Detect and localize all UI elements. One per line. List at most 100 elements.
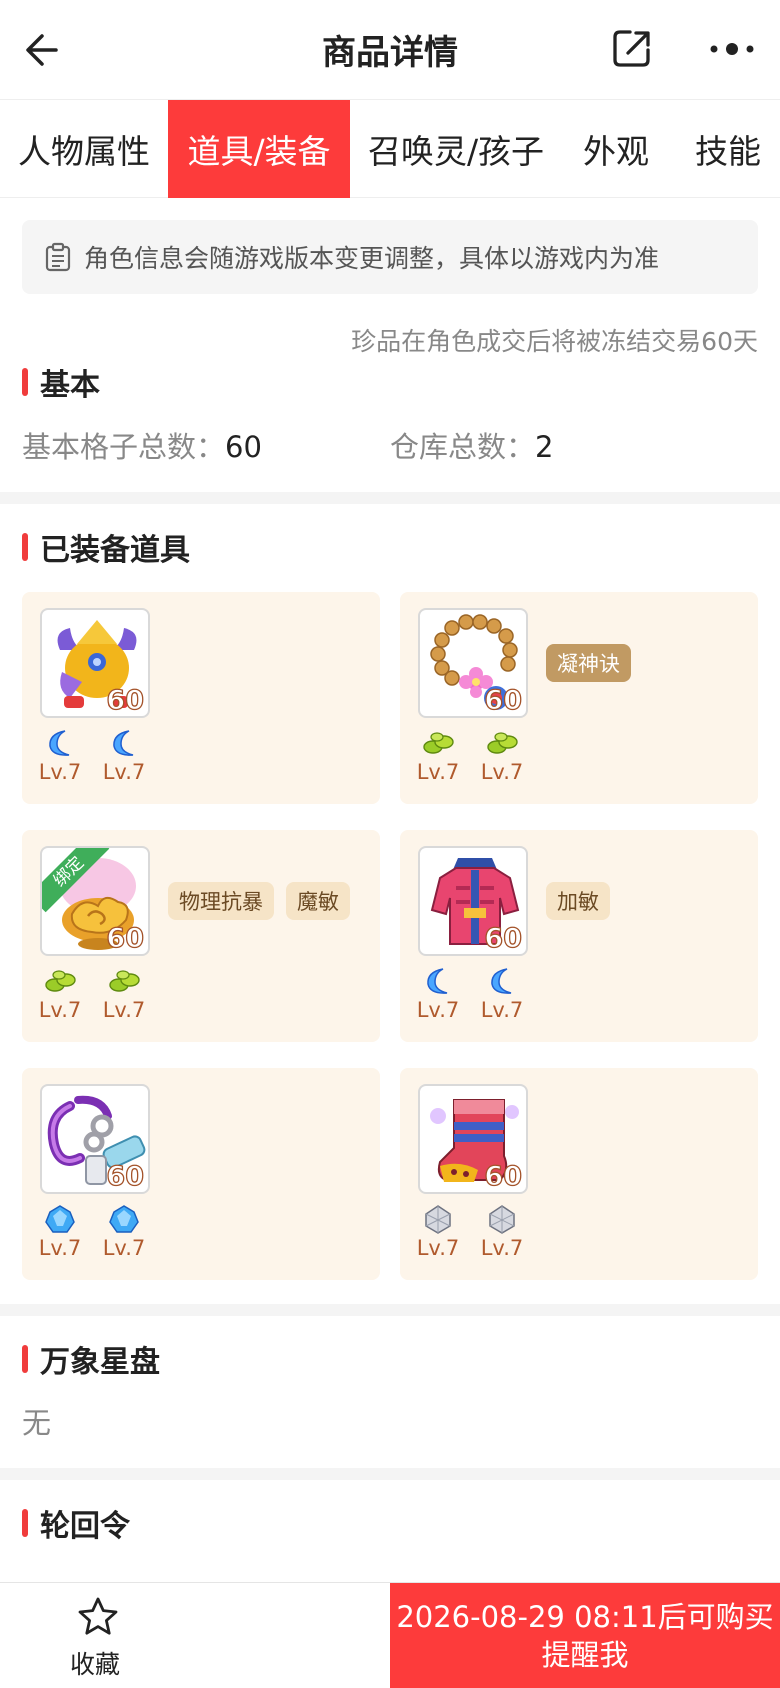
gem-slot: Lv.7: [38, 966, 82, 1022]
item-level: 60: [106, 922, 145, 954]
item-tags: 凝神诀: [546, 644, 631, 682]
freeze-notice: 珍品在角色成交后将被冻结交易60天: [351, 327, 758, 356]
item-tags: 加敏: [546, 882, 610, 920]
top-nav-bar: 商品详情: [0, 0, 780, 100]
section-accent-bar: [22, 1509, 28, 1537]
gem-level: Lv.7: [480, 760, 524, 784]
section-title-text: 已装备道具: [40, 533, 190, 568]
item-level: 60: [106, 684, 145, 716]
remind-time-text: 2026-08-29 08:11后可购买: [396, 1600, 774, 1634]
section-title-text: 轮回令: [40, 1509, 130, 1544]
gem-level: Lv.7: [102, 1236, 146, 1260]
section-divider: [0, 1468, 780, 1480]
moon-gem-icon: [427, 968, 448, 994]
item-level: 60: [484, 1160, 523, 1192]
tab-appearance[interactable]: 外观: [566, 100, 666, 198]
item-level: 60: [484, 922, 523, 954]
item-tag: 物理抗暴: [168, 882, 274, 920]
equipment-card-necklace[interactable]: 60 凝神诀 Lv.7 Lv.7: [400, 592, 758, 804]
item-tag: 加敏: [546, 882, 610, 920]
blue-crystal-gem-icon: [109, 1205, 139, 1233]
section-accent-bar: [22, 533, 28, 561]
arrow-left-icon[interactable]: [22, 28, 66, 72]
gem-list: Lv.7 Lv.7: [38, 728, 146, 784]
item-level: 60: [106, 1160, 145, 1192]
gem-level: Lv.7: [480, 998, 524, 1022]
warehouse-count: 仓库总数：2: [390, 424, 553, 466]
equipment-card-belt[interactable]: 60 Lv.7 Lv.7: [22, 1068, 380, 1280]
green-beans-gem-icon: [487, 732, 518, 754]
gem-level: Lv.7: [38, 760, 82, 784]
more-dots-icon[interactable]: [706, 36, 758, 62]
equipment-card-boots[interactable]: 60 Lv.7 Lv.7: [400, 1068, 758, 1280]
star-disk-value: 无: [22, 1406, 52, 1440]
gem-slot: Lv.7: [416, 966, 460, 1022]
section-title-text: 万象星盘: [40, 1345, 160, 1380]
basic-slots: 基本格子总数：60: [22, 424, 262, 466]
equipment-card-helmet[interactable]: 60 Lv.7 Lv.7: [22, 592, 380, 804]
item-icon-box[interactable]: 60: [418, 846, 528, 956]
remind-me-button[interactable]: 2026-08-29 08:11后可购买 提醒我: [390, 1583, 780, 1688]
gem-slot: Lv.7: [38, 728, 82, 784]
item-level: 60: [484, 684, 523, 716]
item-icon-box[interactable]: 60: [40, 1084, 150, 1194]
share-icon[interactable]: [610, 26, 654, 70]
gem-level: Lv.7: [38, 998, 82, 1022]
gem-slot: Lv.7: [417, 728, 459, 784]
clipboard-icon: [45, 242, 71, 272]
slots-label: 基本格子总数：: [22, 430, 226, 464]
section-title-text: 基本: [40, 368, 100, 403]
equipment-card-armor[interactable]: 60 加敏 Lv.7 Lv.7: [400, 830, 758, 1042]
item-tag: 魔敏: [286, 882, 350, 920]
gem-level: Lv.7: [480, 1236, 524, 1260]
info-notice: 角色信息会随游戏版本变更调整，具体以游戏内为准: [22, 220, 758, 294]
item-icon-box[interactable]: 60: [40, 608, 150, 718]
section-title-equipped: 已装备道具: [22, 527, 190, 568]
item-icon-box[interactable]: 60: [418, 608, 528, 718]
warehouse-label: 仓库总数：: [390, 430, 536, 464]
gem-slot: Lv.7: [102, 1204, 146, 1260]
tab-summons-children[interactable]: 召唤灵/孩子: [356, 100, 556, 198]
bottom-action-bar: 收藏 2026-08-29 08:11后可购买 提醒我: [0, 1582, 780, 1688]
green-beans-gem-icon: [109, 970, 140, 992]
gem-slot: Lv.7: [480, 728, 524, 784]
moon-gem-icon: [113, 730, 134, 756]
notice-text: 角色信息会随游戏版本变更调整，具体以游戏内为准: [84, 244, 660, 273]
section-divider: [0, 1304, 780, 1316]
category-tabs: 人物属性 道具/装备 召唤灵/孩子 外观 技能: [0, 100, 780, 198]
white-diamond-gem-icon: [489, 1205, 515, 1234]
gem-level: Lv.7: [102, 998, 146, 1022]
gem-list: Lv.7 Lv.7: [416, 1204, 524, 1260]
section-title-basic: 基本: [22, 362, 100, 403]
item-icon-box[interactable]: 60: [418, 1084, 528, 1194]
page-title: 商品详情: [322, 33, 458, 73]
gem-slot: Lv.7: [38, 1204, 82, 1260]
slots-value: 60: [225, 430, 262, 464]
blue-crystal-gem-icon: [45, 1205, 75, 1233]
gem-list: Lv.7 Lv.7: [38, 1204, 146, 1260]
gem-slot: Lv.7: [480, 1204, 524, 1260]
gem-level: Lv.7: [38, 1236, 82, 1260]
remind-label: 提醒我: [541, 1638, 629, 1672]
star-outline-icon: [78, 1597, 118, 1635]
tab-character-attributes[interactable]: 人物属性: [0, 100, 168, 198]
gem-slot: Lv.7: [102, 966, 146, 1022]
section-title-star-disk: 万象星盘: [22, 1339, 160, 1380]
gem-level: Lv.7: [416, 1236, 460, 1260]
gem-list: Lv.7 Lv.7: [417, 728, 524, 784]
warehouse-value: 2: [535, 430, 554, 464]
item-tags: 物理抗暴 魔敏: [168, 882, 350, 920]
gem-list: Lv.7 Lv.7: [416, 966, 524, 1022]
section-title-rebirth: 轮回令: [22, 1503, 130, 1544]
equipment-card-weapon[interactable]: 绑定 60 物理抗暴 魔敏 Lv.7 Lv.7: [22, 830, 380, 1042]
tab-items-equipment[interactable]: 道具/装备: [168, 100, 350, 198]
gem-level: Lv.7: [416, 998, 460, 1022]
item-icon-box[interactable]: 绑定 60: [40, 846, 150, 956]
favorite-button[interactable]: 收藏: [0, 1583, 390, 1688]
tab-skills[interactable]: 技能: [676, 100, 780, 198]
gem-level: Lv.7: [102, 760, 146, 784]
section-divider: [0, 492, 780, 504]
section-accent-bar: [22, 1345, 28, 1373]
gem-slot: Lv.7: [416, 1204, 460, 1260]
white-diamond-gem-icon: [425, 1205, 451, 1234]
